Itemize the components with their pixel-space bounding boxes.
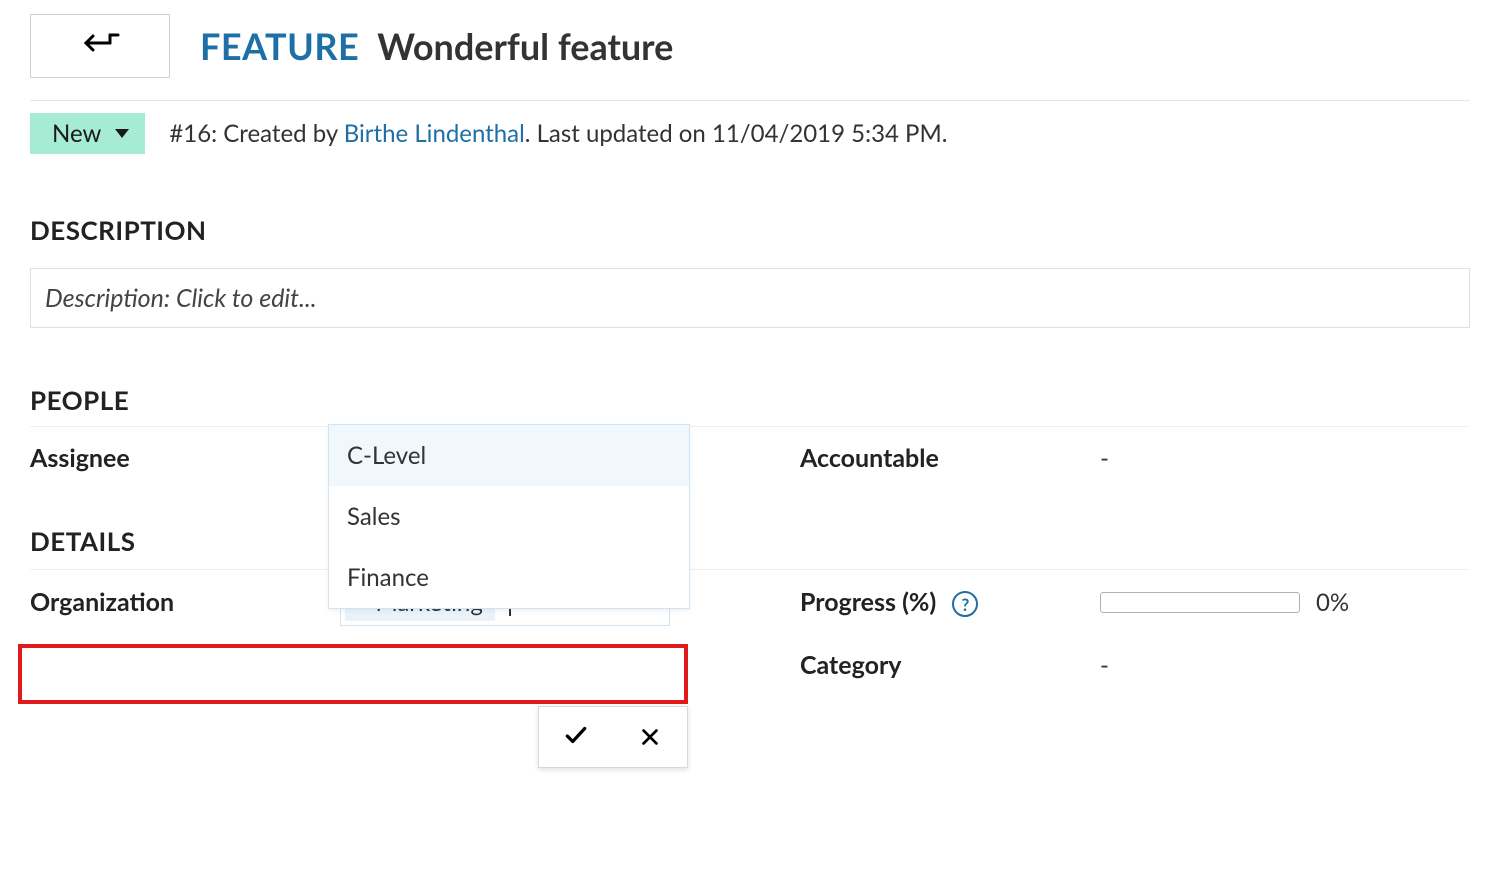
meta-suffix: . Last updated on 11/04/2019 5:34 PM. — [525, 119, 948, 148]
close-icon — [639, 719, 661, 755]
work-package-type: FEATURE — [200, 24, 359, 68]
back-button[interactable] — [30, 14, 170, 78]
description-input[interactable]: Description: Click to edit... — [30, 268, 1470, 328]
dropdown-option[interactable]: C-Level — [329, 425, 689, 486]
back-arrow-icon — [80, 31, 120, 61]
accountable-value[interactable]: - — [1100, 444, 1109, 473]
chevron-down-icon — [115, 129, 129, 138]
category-value[interactable]: - — [1100, 651, 1109, 680]
organization-label: Organization — [30, 587, 340, 617]
dropdown-option[interactable]: Sales — [329, 486, 689, 547]
cancel-button[interactable] — [613, 707, 687, 767]
check-icon — [563, 719, 589, 755]
description-heading: DESCRIPTION — [30, 214, 1470, 246]
category-label: Category — [800, 650, 1100, 680]
divider — [30, 100, 1470, 101]
dropdown-option[interactable]: Finance — [329, 547, 689, 608]
assignee-label: Assignee — [30, 443, 340, 473]
accountable-label: Accountable — [800, 443, 1100, 473]
progress-bar[interactable] — [1100, 592, 1300, 613]
meta-prefix: #16: Created by — [169, 119, 343, 148]
status-value: New — [52, 119, 101, 148]
progress-label: Progress (%) ? — [800, 587, 1100, 618]
author-link[interactable]: Birthe Lindenthal — [344, 119, 525, 148]
help-icon[interactable]: ? — [952, 591, 978, 617]
meta-info: #16: Created by Birthe Lindenthal. Last … — [169, 119, 947, 148]
organization-dropdown[interactable]: C-Level Sales Finance — [328, 424, 690, 609]
confirm-button[interactable] — [539, 707, 613, 767]
people-heading: PEOPLE — [30, 384, 1470, 416]
description-placeholder: Description: Click to edit... — [45, 283, 317, 313]
confirm-cancel-bar — [538, 706, 688, 768]
work-package-title[interactable]: Wonderful feature — [377, 24, 673, 68]
page-title: FEATURE Wonderful feature — [200, 24, 673, 68]
progress-value: 0% — [1316, 588, 1349, 617]
status-dropdown[interactable]: New — [30, 113, 145, 154]
details-heading: DETAILS — [30, 525, 1470, 557]
